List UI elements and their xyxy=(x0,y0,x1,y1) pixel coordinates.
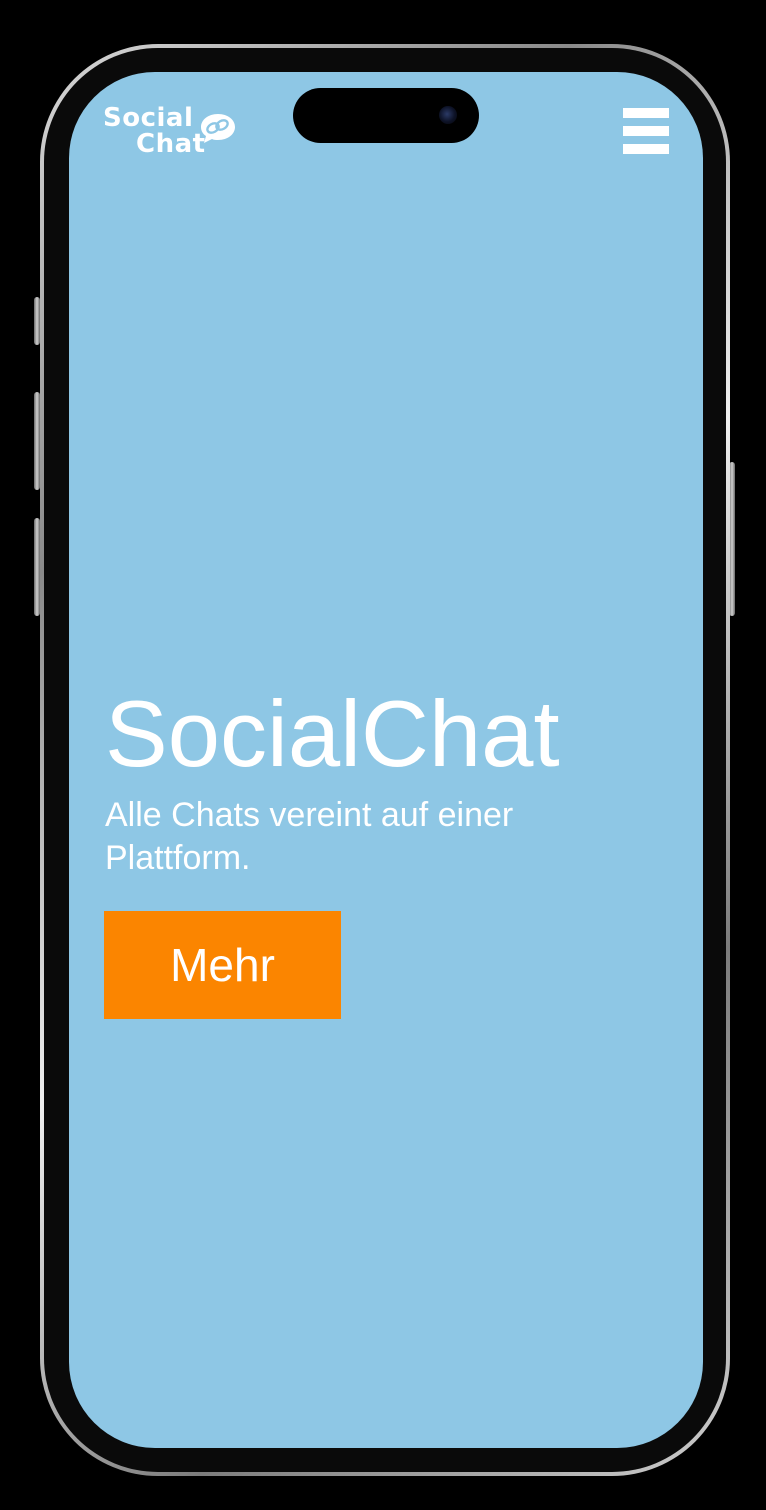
menu-bar-bottom xyxy=(623,144,669,154)
logo-text-social: Social xyxy=(103,103,194,133)
chat-bubble-link-icon xyxy=(201,114,235,143)
logo-text-chat: Chat xyxy=(136,129,206,159)
app-logo[interactable]: Social Chat xyxy=(103,104,243,164)
app-screen: Social Chat SocialChat Alle Chats verein… xyxy=(69,72,703,1448)
more-button[interactable]: Mehr xyxy=(104,911,341,1019)
menu-bar-middle xyxy=(623,126,669,136)
hero-subtitle: Alle Chats vereint auf einer Plattform. xyxy=(105,796,514,877)
hero-title: SocialChat xyxy=(105,681,560,786)
menu-bar-top xyxy=(623,108,669,118)
front-camera-icon xyxy=(439,106,457,124)
hamburger-menu-icon[interactable] xyxy=(623,106,669,156)
dynamic-island xyxy=(293,88,479,143)
device-canvas: Social Chat SocialChat Alle Chats verein… xyxy=(0,0,766,1510)
